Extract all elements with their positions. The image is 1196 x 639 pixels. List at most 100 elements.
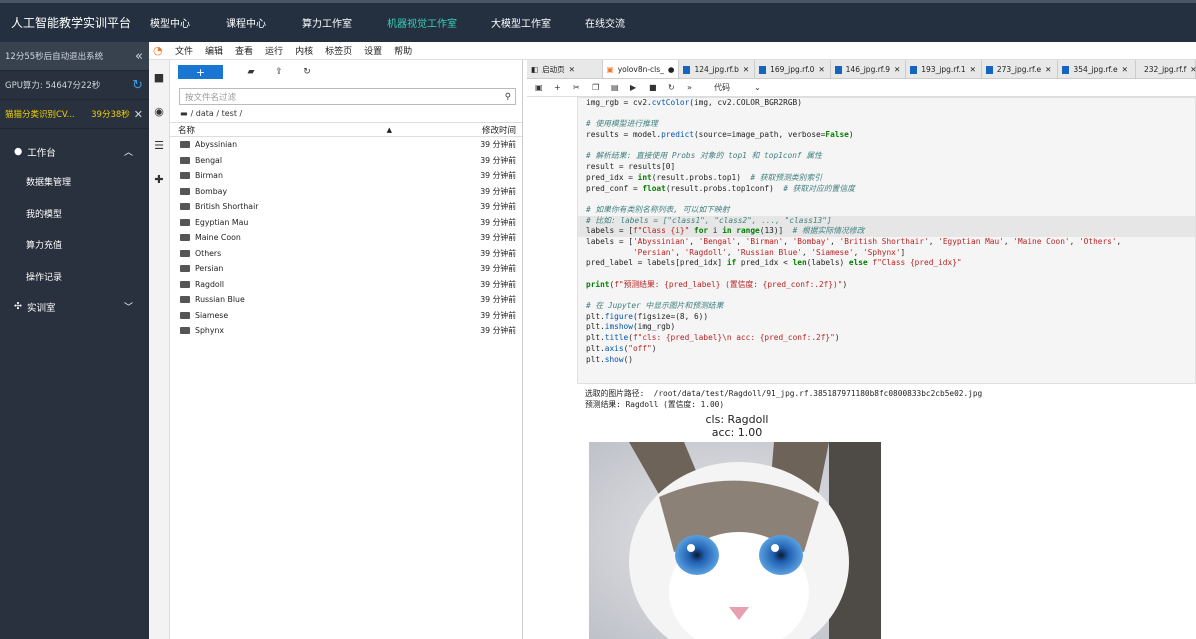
sidebar-group-workbench[interactable]: ● 工作台 ︿ [0, 137, 149, 166]
menu-help[interactable]: 帮助 [394, 44, 412, 57]
file-row[interactable]: Persian 39 分钟前 [170, 261, 522, 277]
close-tab-icon[interactable]: ✕ [569, 65, 575, 74]
commands-icon[interactable]: ☰ [149, 128, 169, 162]
chevron-down-icon[interactable]: ⌄ [754, 83, 773, 92]
tab-4[interactable]: 146_jpg.rf.9 ✕ [831, 60, 907, 78]
file-list-header: 名称 ▲ 修改时间 [170, 122, 522, 137]
refresh-icon[interactable]: ↻ [132, 78, 143, 93]
file-browser-toolbar: + ▰ ⇪ ↻ [170, 60, 522, 84]
file-row[interactable]: Sphynx 39 分钟前 [170, 323, 522, 339]
menu-settings[interactable]: 设置 [364, 44, 382, 57]
image-file-icon [834, 65, 842, 74]
menu-kernel[interactable]: 内核 [295, 44, 313, 57]
file-modified: 39 分钟前 [480, 279, 516, 289]
menu-tabs[interactable]: 标签页 [325, 44, 352, 57]
menu-view[interactable]: 查看 [235, 44, 253, 57]
breadcrumb[interactable]: ▬ / data / test / [170, 105, 522, 122]
nav-course-center[interactable]: 课程中心 [226, 15, 302, 30]
restart-icon[interactable]: ↻ [668, 83, 687, 92]
nav-online-chat[interactable]: 在线交流 [585, 15, 665, 30]
notebook-panel: ◧ 启动页 ✕ ▣ yolov8n-cls_ ● 124_jpg.rf.b ✕ 169_jpg.… [527, 60, 1196, 639]
paste-icon[interactable]: ▤ [611, 83, 630, 92]
unsaved-dot-icon[interactable]: ● [668, 65, 675, 74]
menu-file[interactable]: 文件 [175, 44, 193, 57]
tab-5[interactable]: 193_jpg.rf.1 ✕ [906, 60, 982, 78]
close-tab-icon[interactable]: ✕ [1122, 65, 1128, 74]
nav-llm-studio[interactable]: 大模型工作室 [491, 15, 585, 30]
close-tab-icon[interactable]: ✕ [1045, 65, 1051, 74]
save-icon[interactable]: ▣ [535, 83, 554, 92]
new-folder-icon[interactable]: ▰ [237, 67, 265, 77]
tab-0[interactable]: ◧ 启动页 ✕ [527, 60, 603, 78]
running-task-row[interactable]: 猫猫分类识别CV... 39分38秒 ✕ [0, 100, 149, 129]
sort-asc-icon[interactable]: ▲ [387, 126, 392, 134]
cut-icon[interactable]: ✂ [573, 83, 592, 92]
close-tab-icon[interactable]: ✕ [1190, 65, 1196, 74]
stop-icon[interactable]: ■ [649, 83, 668, 92]
file-row[interactable]: Bengal 39 分钟前 [170, 153, 522, 169]
nav-vision-studio[interactable]: 机器视觉工作室 [387, 15, 491, 30]
close-tab-icon[interactable]: ✕ [743, 65, 749, 74]
running-icon[interactable]: ◉ [149, 94, 169, 128]
file-filter-input[interactable]: 按文件名过滤 ⚲ [179, 88, 516, 105]
copy-icon[interactable]: ❐ [592, 83, 611, 92]
file-name: British Shorthair [195, 202, 259, 212]
output-result: 预测结果: Ragdoll (置信度: 1.00) [585, 400, 725, 409]
nav-compute-studio[interactable]: 算力工作室 [302, 15, 387, 30]
tab-8[interactable]: 232_jpg.rf.f ✕ [1136, 60, 1196, 78]
file-modified: 39 分钟前 [480, 217, 516, 227]
menu-edit[interactable]: 编辑 [205, 44, 223, 57]
close-task-icon[interactable]: ✕ [134, 108, 143, 121]
file-row[interactable]: Maine Coon 39 分钟前 [170, 230, 522, 246]
close-tab-icon[interactable]: ✕ [970, 65, 976, 74]
tab-2[interactable]: 124_jpg.rf.b ✕ [679, 60, 756, 78]
file-name: Birman [195, 171, 223, 181]
nav-model-center[interactable]: 模型中心 [150, 15, 226, 30]
close-tab-icon[interactable]: ✕ [818, 65, 824, 74]
column-name[interactable]: 名称 [178, 124, 195, 136]
code-cell[interactable]: img_rgb = cv2.cvtColor(img, cv2.COLOR_BG… [577, 97, 1196, 384]
sidebar-group-lab[interactable]: ✣ 实训室 ﹀ [0, 292, 149, 321]
sidebar-item-datasets[interactable]: 数据集管理 [0, 166, 149, 198]
image-file-icon [985, 65, 993, 74]
file-row[interactable]: Egyptian Mau 39 分钟前 [170, 215, 522, 231]
file-row[interactable]: Russian Blue 39 分钟前 [170, 292, 522, 308]
file-row[interactable]: Ragdoll 39 分钟前 [170, 277, 522, 293]
close-tab-icon[interactable]: ✕ [894, 65, 900, 74]
jupyter-workspace: ◔ 文件 编辑 查看 运行 内核 标签页 设置 帮助 ■ ◉ ☰ ✚ + ▰ ⇪… [149, 42, 1196, 639]
sidebar-item-recharge[interactable]: 算力充值 [0, 229, 149, 261]
main-nav: 模型中心 课程中心 算力工作室 机器视觉工作室 大模型工作室 在线交流 [150, 15, 665, 30]
run-icon[interactable]: ▶ [630, 83, 649, 92]
column-modified[interactable]: 修改时间 [482, 124, 516, 136]
folder-icon [180, 265, 190, 273]
file-row[interactable]: Birman 39 分钟前 [170, 168, 522, 184]
cell-type-select[interactable]: 代码 [714, 82, 730, 93]
upload-icon[interactable]: ⇪ [265, 67, 293, 77]
file-name: Abyssinian [195, 140, 238, 150]
run-all-icon[interactable]: » [687, 83, 706, 92]
file-row[interactable]: Abyssinian 39 分钟前 [170, 137, 522, 153]
file-row[interactable]: Siamese 39 分钟前 [170, 308, 522, 324]
file-name: Persian [195, 264, 224, 274]
tab-1[interactable]: ▣ yolov8n-cls_ ● [602, 60, 680, 78]
collapse-sidebar-icon[interactable]: « [135, 49, 143, 64]
insert-cell-icon[interactable]: + [554, 83, 573, 92]
gpu-row: GPU算力: 54647分22秒 ↻ [0, 71, 149, 100]
file-row[interactable]: Bombay 39 分钟前 [170, 184, 522, 200]
file-modified: 39 分钟前 [480, 155, 516, 165]
tab-7[interactable]: 354_jpg.rf.e ✕ [1058, 60, 1136, 78]
folder-icon [180, 327, 190, 335]
tab-3[interactable]: 169_jpg.rf.0 ✕ [755, 60, 831, 78]
new-launcher-button[interactable]: + [178, 65, 223, 79]
file-row[interactable]: British Shorthair 39 分钟前 [170, 199, 522, 215]
file-row[interactable]: Others 39 分钟前 [170, 246, 522, 262]
sidebar: 12分55秒后自动退出系统 « GPU算力: 54647分22秒 ↻ 猫猫分类识… [0, 42, 149, 639]
folder-icon[interactable]: ■ [149, 60, 169, 94]
sidebar-item-records[interactable]: 操作记录 [0, 261, 149, 293]
extensions-icon[interactable]: ✚ [149, 162, 169, 196]
refresh-icon[interactable]: ↻ [293, 67, 321, 77]
tab-6[interactable]: 273_jpg.rf.e ✕ [982, 60, 1059, 78]
filter-placeholder: 按文件名过滤 [185, 92, 237, 103]
sidebar-item-my-models[interactable]: 我的模型 [0, 198, 149, 230]
menu-run[interactable]: 运行 [265, 44, 283, 57]
